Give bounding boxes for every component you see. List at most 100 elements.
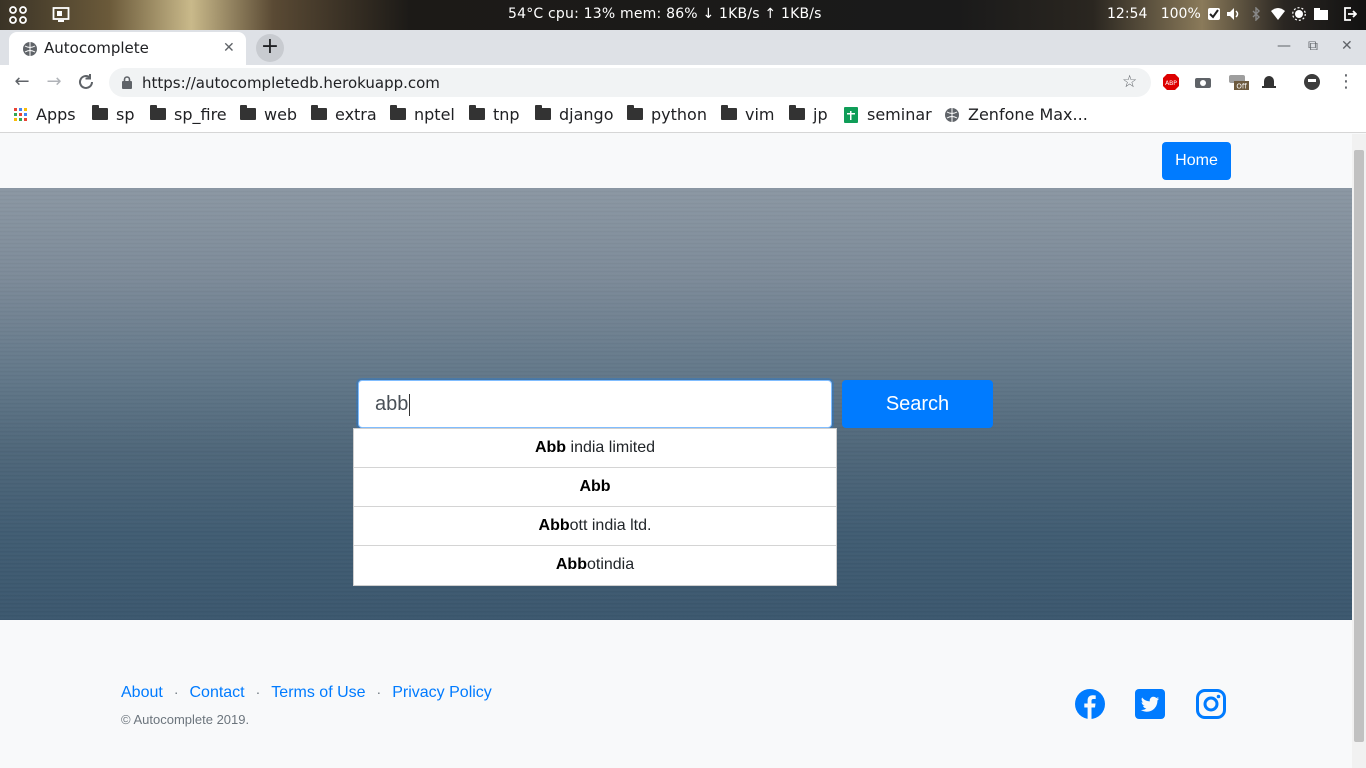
bookmark-label: seminar <box>867 105 932 124</box>
forward-arrow-icon[interactable]: → <box>44 72 64 92</box>
new-tab-button[interactable]: + <box>256 34 284 62</box>
bookmark-folder[interactable]: python <box>627 105 707 124</box>
logout-icon[interactable] <box>1343 7 1357 21</box>
suggestion-item[interactable]: Abb <box>354 468 836 507</box>
svg-text:ABP: ABP <box>1165 80 1177 87</box>
search-query-text: abb <box>375 393 409 415</box>
bookmark-folder[interactable]: sp_fire <box>150 105 227 124</box>
search-button[interactable]: Search <box>842 380 993 428</box>
bookmark-label: sp_fire <box>174 105 227 124</box>
web-page: Home abb Search Abb india limited Abb Ab… <box>0 134 1352 768</box>
lock-icon <box>122 76 132 89</box>
bookmark-label: python <box>651 105 707 124</box>
footer-separator: · <box>376 684 382 700</box>
clock: 12:54 100% <box>1107 6 1201 22</box>
folder-icon <box>535 105 551 120</box>
clipboard-check-icon[interactable] <box>1207 7 1221 21</box>
bookmark-seminar[interactable]: seminar <box>843 105 932 124</box>
bell-extension-icon[interactable] <box>1260 73 1278 91</box>
bookmark-folder[interactable]: sp <box>92 105 135 124</box>
bookmark-folder[interactable]: web <box>240 105 297 124</box>
camera-extension-icon[interactable] <box>1194 73 1212 91</box>
browser-tab[interactable]: Autocomplete ✕ <box>9 32 246 65</box>
adblock-icon[interactable]: ABP <box>1162 73 1180 91</box>
suggestion-item[interactable]: Abbott india ltd. <box>354 507 836 546</box>
bookmark-label: extra <box>335 105 377 124</box>
footer-link-privacy[interactable]: Privacy Policy <box>392 684 492 701</box>
volume-icon[interactable] <box>1226 7 1240 21</box>
desktop-icon[interactable] <box>52 6 70 24</box>
sheets-icon <box>844 107 858 123</box>
bookmark-folder[interactable]: extra <box>311 105 377 124</box>
bookmark-label: django <box>559 105 614 124</box>
bookmark-apps[interactable]: Apps <box>14 105 76 124</box>
menu-kebab-icon[interactable]: ⋮ <box>1336 72 1356 92</box>
folder-icon <box>789 105 805 120</box>
text-caret <box>409 393 411 416</box>
instagram-icon[interactable] <box>1196 689 1226 719</box>
reload-icon[interactable] <box>77 73 95 91</box>
bookmark-folder[interactable]: django <box>535 105 614 124</box>
browser-tab-strip: Autocomplete ✕ + — ⧉ ✕ <box>0 30 1366 65</box>
suggestion-rest: india limited <box>566 439 656 456</box>
bookmark-label: nptel <box>414 105 455 124</box>
bookmark-label: vim <box>745 105 775 124</box>
bookmark-label: sp <box>116 105 135 124</box>
bluetooth-icon[interactable] <box>1249 7 1263 21</box>
folder-icon <box>150 105 166 120</box>
suggestion-rest: otindia <box>586 556 635 573</box>
autocomplete-suggestions: Abb india limited Abb Abbott india ltd. … <box>353 428 837 586</box>
page-scrollbar[interactable] <box>1352 134 1366 768</box>
app-grid-icon[interactable] <box>9 6 27 24</box>
battery-text: 100% <box>1160 6 1201 22</box>
bookmark-folder[interactable]: vim <box>721 105 775 124</box>
bookmarks-bar: Apps sp sp_fire web extra nptel tnp djan… <box>0 100 1366 133</box>
folder-icon <box>92 105 108 120</box>
folder-tray-icon[interactable] <box>1314 7 1328 21</box>
bookmark-label: tnp <box>493 105 520 124</box>
bookmark-label: jp <box>813 105 828 124</box>
suggestion-item[interactable]: Abb india limited <box>354 429 836 468</box>
bookmark-label: web <box>264 105 298 124</box>
back-arrow-icon[interactable]: ← <box>12 72 32 92</box>
footer-links: About · Contact · Terms of Use · Privacy Polic… <box>121 684 492 702</box>
bookmark-zenfone[interactable]: Zenfone Max... <box>944 105 1088 124</box>
site-navbar: Home <box>0 134 1352 188</box>
globe-icon <box>23 42 37 56</box>
folder-icon <box>721 105 737 120</box>
footer-separator: · <box>173 684 179 700</box>
folder-icon <box>311 105 327 120</box>
restore-icon[interactable]: ⧉ <box>1308 38 1318 54</box>
time-text: 12:54 <box>1107 6 1148 22</box>
facebook-icon[interactable] <box>1075 689 1105 719</box>
profile-avatar-icon[interactable] <box>1303 73 1321 91</box>
folder-icon <box>469 105 485 120</box>
footer-separator: · <box>255 684 261 700</box>
off-extension-icon[interactable]: Off <box>1228 73 1250 91</box>
svg-text:Off: Off <box>1236 83 1247 91</box>
twitter-icon[interactable] <box>1135 689 1165 719</box>
bookmark-folder[interactable]: nptel <box>390 105 455 124</box>
suggestion-match: Abb <box>555 556 587 573</box>
search-input[interactable]: abb <box>358 380 832 428</box>
site-footer: About · Contact · Terms of Use · Privacy Polic… <box>0 620 1352 768</box>
wifi-icon[interactable] <box>1271 7 1285 21</box>
tab-close-icon[interactable]: ✕ <box>223 40 235 56</box>
scrollbar-thumb[interactable] <box>1354 150 1364 742</box>
bookmark-star-icon[interactable]: ☆ <box>1122 72 1137 92</box>
bookmark-folder[interactable]: jp <box>789 105 828 124</box>
bookmark-folder[interactable]: tnp <box>469 105 520 124</box>
minimize-icon[interactable]: — <box>1277 38 1291 54</box>
apps-grid-icon <box>14 108 27 121</box>
brightness-icon[interactable] <box>1292 7 1306 21</box>
home-button[interactable]: Home <box>1162 142 1231 180</box>
footer-link-contact[interactable]: Contact <box>189 684 244 701</box>
folder-icon <box>627 105 643 120</box>
footer-link-terms[interactable]: Terms of Use <box>271 684 365 701</box>
address-bar[interactable]: https://autocompletedb.herokuapp.com ☆ <box>109 68 1151 97</box>
footer-link-about[interactable]: About <box>121 684 163 701</box>
system-top-bar: 54°C cpu: 13% mem: 86% ↓ 1KB/s ↑ 1KB/s 1… <box>0 0 1366 30</box>
window-close-icon[interactable]: ✕ <box>1341 38 1353 54</box>
suggestion-item[interactable]: Abbotindia <box>354 546 836 585</box>
suggestion-match: Abb <box>534 439 567 456</box>
